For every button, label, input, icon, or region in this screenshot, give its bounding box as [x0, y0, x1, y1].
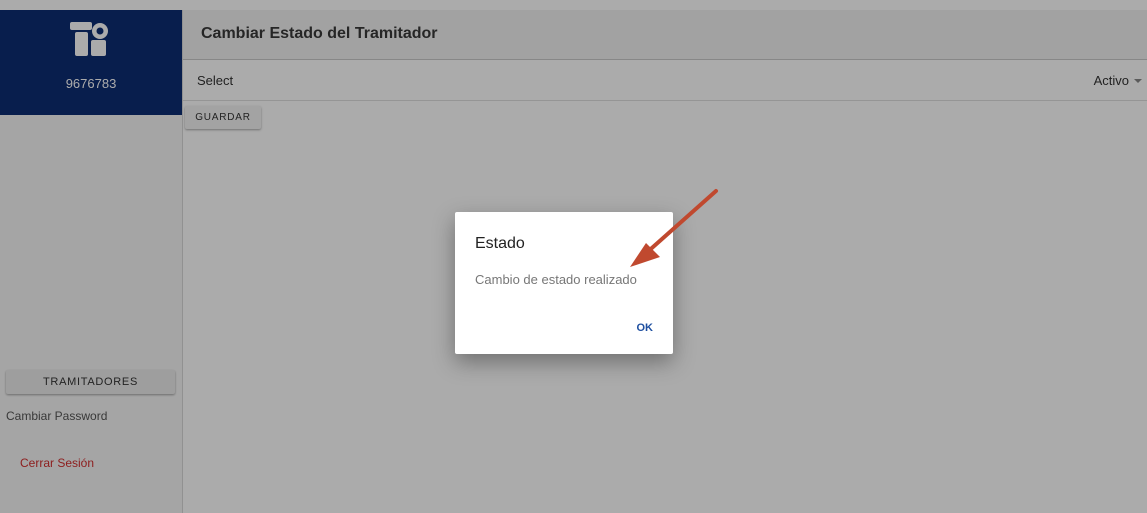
ok-button[interactable]: OK [637, 322, 654, 334]
dialog-title: Estado [475, 235, 525, 252]
app-window: 9676783 TRAMITADORES Cambiar Password Ce… [0, 0, 1147, 513]
annotation-arrow-icon [630, 189, 718, 267]
